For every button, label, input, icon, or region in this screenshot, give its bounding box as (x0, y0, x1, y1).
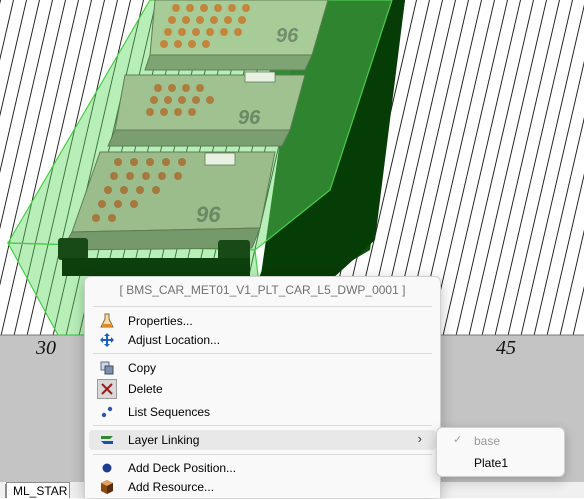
plate-1[interactable]: 96 (144, 0, 329, 71)
plate-2[interactable]: 96 (107, 71, 306, 147)
menu-item-label: Layer Linking (128, 433, 200, 447)
menu-separator (93, 454, 432, 455)
plate-3-label: 96 (196, 202, 221, 227)
menu-item-label: Adjust Location... (128, 333, 221, 347)
checkmark-icon: ✓ (453, 434, 463, 446)
menu-item-add-resource[interactable]: Add Resource... (89, 477, 436, 497)
copy-icon (99, 360, 115, 376)
menu-separator (93, 353, 432, 354)
menu-item-list-sequences[interactable]: List Sequences (89, 402, 436, 422)
menu-item-layer-linking[interactable]: Layer Linking › (89, 430, 436, 450)
context-menu: [ BMS_CAR_MET01_V1_PLT_CAR_L5_DWP_0001 ]… (84, 276, 441, 498)
blue-dot-icon (99, 460, 115, 476)
menu-item-label: Copy (128, 361, 157, 375)
submenu-item-plate1[interactable]: Plate1 (441, 453, 560, 473)
submenu-item-label: base (474, 434, 501, 448)
delete-x-icon (97, 379, 117, 399)
menu-separator (93, 306, 432, 307)
deck-position-30: 30 (35, 337, 56, 359)
menu-separator (93, 425, 432, 426)
menu-item-label: Add Resource... (128, 480, 215, 494)
menu-item-properties[interactable]: Properties... (89, 311, 436, 331)
menu-item-label: Add Deck Position... (128, 461, 237, 475)
tab-ml-star[interactable]: ML_STAR (6, 482, 70, 498)
layer-link-icon (99, 432, 115, 448)
move-arrows-icon (99, 332, 115, 348)
menu-item-label: Properties... (128, 314, 193, 328)
flask-icon (99, 313, 115, 329)
plate-2-label: 96 (238, 107, 261, 129)
menu-item-label: Delete (128, 382, 163, 396)
submenu-item-label: Plate1 (474, 456, 509, 470)
menu-item-adjust-location[interactable]: Adjust Location... (89, 330, 436, 350)
menu-item-copy[interactable]: Copy (89, 358, 436, 378)
layer-linking-submenu: ✓ base Plate1 (436, 427, 565, 477)
menu-header: [ BMS_CAR_MET01_V1_PLT_CAR_L5_DWP_0001 ] (119, 283, 406, 297)
sequence-dots-icon (99, 404, 115, 420)
chevron-right-icon: › (417, 431, 422, 446)
plate-1-label: 96 (276, 25, 299, 47)
submenu-item-base[interactable]: ✓ base (441, 431, 560, 451)
menu-item-label: List Sequences (128, 405, 211, 419)
box-icon (99, 479, 115, 495)
menu-item-add-deck-position[interactable]: Add Deck Position... (89, 458, 436, 478)
menu-item-delete[interactable]: Delete (89, 379, 436, 399)
deck-position-45: 45 (496, 337, 516, 359)
